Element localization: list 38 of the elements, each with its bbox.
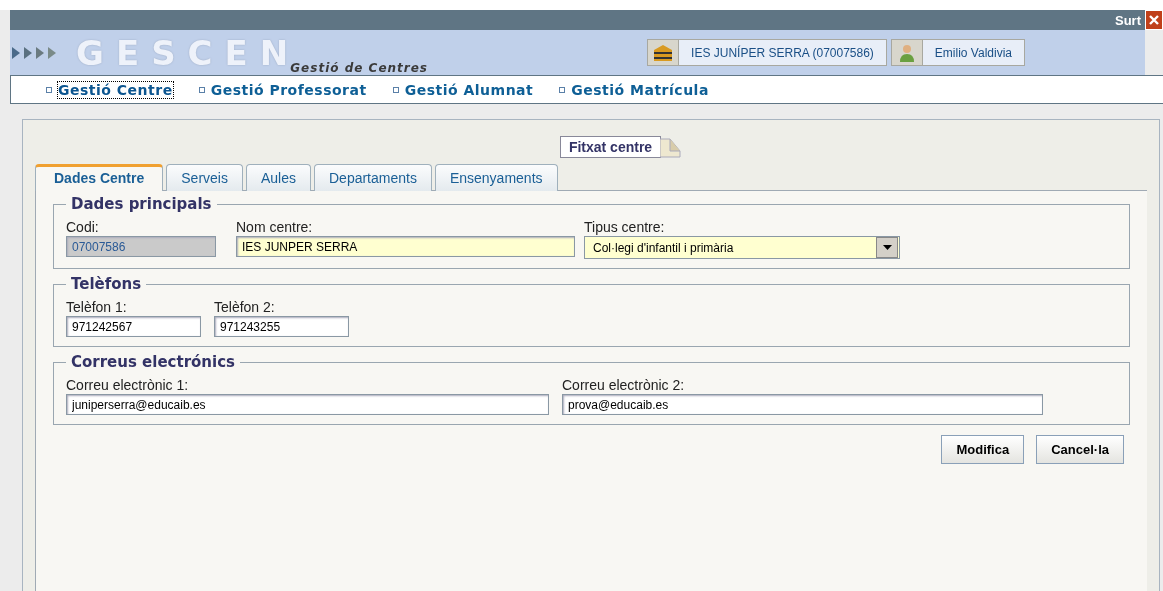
input-field[interactable]: 971242567 [66,316,201,337]
tab[interactable]: Departaments [314,164,432,191]
input-field[interactable]: juniperserra@educaib.es [66,394,549,415]
action-button[interactable]: Modifica [941,435,1025,464]
centre-chip[interactable]: IES JUNÍPER SERRA (07007586) [647,39,887,66]
field-label: Tipus centre: [584,219,666,236]
group-title: Telèfons [70,275,143,293]
dropdown-arrow-icon [882,245,892,250]
field-label: Codi: [66,219,100,236]
dropdown[interactable]: Col·legi d'infantil i primària [584,236,900,259]
nav-link[interactable]: Gestió Matrícula [559,81,709,98]
field-label: Correu electrònic 2: [562,377,686,394]
close-button[interactable] [1145,10,1163,30]
action-button[interactable]: Cancel·la [1036,435,1124,464]
user-chip[interactable]: Emilio Valdivia [890,39,1025,66]
close-icon [1149,15,1159,25]
group-title: Correus electrónics [70,353,236,371]
pinned-label: Fitxat centre [559,136,662,158]
field-label: Telèfon 2: [214,299,276,316]
tab[interactable]: Aules [245,164,311,191]
input-field[interactable]: prova@educaib.es [562,394,1043,415]
building-icon [653,43,674,62]
nav-link[interactable]: Gestió Alumnat [392,81,534,98]
field-label: Nom centre: [236,219,314,236]
logo-subtitle: Gestió de Centres [290,61,428,75]
group-title: Dades principals [70,195,213,213]
field-label: Telèfon 1: [66,299,128,316]
field-label: Correu electrònic 1: [66,377,190,394]
tab[interactable]: Ensenyaments [434,164,558,191]
input-field[interactable]: 971243255 [214,316,349,337]
tab[interactable]: Dades Centre [35,164,164,191]
exit-label[interactable]: Surt [1115,12,1141,28]
note-icon [660,138,683,158]
input-field[interactable]: IES JUNPER SERRA [236,236,575,257]
person-icon [898,43,915,62]
tab[interactable]: Serveis [166,164,243,191]
nav-link[interactable]: Gestió Professorat [198,81,367,98]
nav-link[interactable]: Gestió Centre [46,81,173,98]
